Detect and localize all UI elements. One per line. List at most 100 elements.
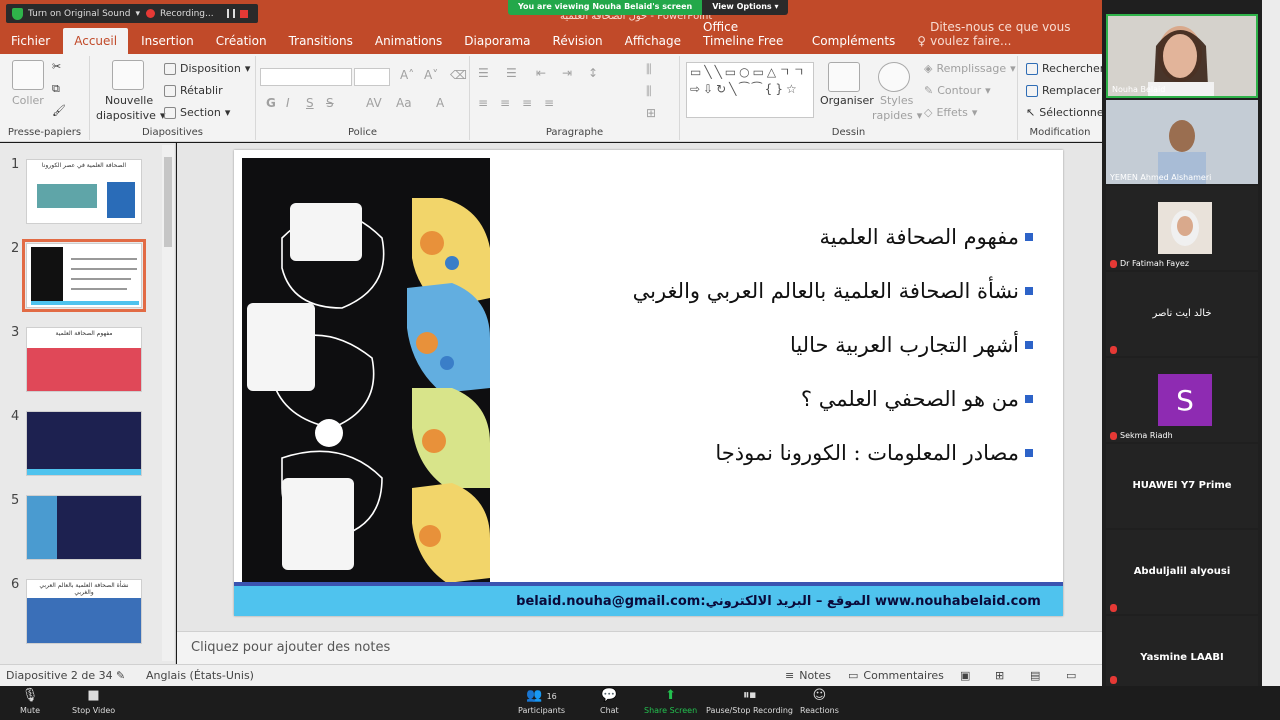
replace-button[interactable]: Remplacer (1026, 84, 1101, 97)
chat-button[interactable]: 💬 Chat (600, 689, 619, 716)
underline-button[interactable]: S (306, 96, 314, 110)
normal-view-icon[interactable]: ▣ (960, 669, 970, 682)
char-spacing-button[interactable]: AV (366, 96, 382, 110)
participant-tile[interactable]: YEMEN Ahmed Alshameri (1106, 100, 1258, 184)
quick-styles-dropdown[interactable]: rapides ▾ (872, 109, 922, 122)
tab-diaporama[interactable]: Diaporama (453, 28, 541, 54)
new-slide-dropdown[interactable]: diapositive ▾ (96, 109, 165, 122)
tab-transitions[interactable]: Transitions (278, 28, 364, 54)
font-name-input[interactable] (260, 68, 352, 86)
increase-indent-icon[interactable]: ⇥ (562, 66, 572, 80)
view-options-button[interactable]: View Options ▾ (702, 0, 789, 15)
tab-animations[interactable]: Animations (364, 28, 453, 54)
clear-format-icon[interactable]: ⌫ (450, 68, 467, 82)
shrink-font-icon[interactable]: A˅ (424, 68, 438, 82)
reset-button[interactable]: Rétablir (164, 84, 223, 97)
bold-button[interactable]: G (266, 96, 276, 110)
reactions-button[interactable]: ☺ Reactions (800, 689, 839, 716)
font-size-input[interactable] (354, 68, 390, 86)
new-slide-icon[interactable] (112, 60, 144, 90)
align-text-icon[interactable]: ⫼ (646, 84, 652, 99)
pause-recording-button[interactable]: ⏸⏹ Pause/Stop Recording (706, 689, 793, 716)
slide-thumbnail-3[interactable]: مفهوم الصحافة العلمية (26, 327, 142, 392)
section-button[interactable]: Section ▾ (164, 106, 230, 119)
shape-outline-button[interactable]: ✎ Contour ▾ (924, 84, 991, 97)
participant-tile[interactable]: Nouha Belaid (1106, 14, 1258, 98)
align-left-icon[interactable]: ≡ (478, 96, 488, 110)
numbering-icon[interactable]: ☰ (506, 66, 517, 80)
decrease-indent-icon[interactable]: ⇤ (536, 66, 546, 80)
find-button[interactable]: Rechercher (1026, 62, 1104, 75)
current-slide[interactable]: مفهوم الصحافة العلمية نشأة الصحافة العلم… (234, 150, 1063, 616)
align-center-icon[interactable]: ≡ (500, 96, 510, 110)
tab-affichage[interactable]: Affichage (614, 28, 692, 54)
stop-video-button[interactable]: ■ Stop Video (72, 689, 115, 716)
participants-button[interactable]: 👥 16 Participants (518, 689, 565, 716)
slideshow-icon[interactable]: ▭ (1066, 669, 1076, 682)
bullets-icon[interactable]: ☰ (478, 66, 489, 80)
slide-sorter-icon[interactable]: ⊞ (995, 669, 1004, 682)
recording-indicator[interactable]: Recording... (140, 4, 258, 23)
paste-icon[interactable] (12, 60, 44, 90)
arrange-icon[interactable] (828, 62, 860, 92)
text-direction-icon[interactable]: ⫼ (646, 62, 652, 77)
participant-tile[interactable]: Yasmine LAABI (1106, 616, 1258, 686)
grow-font-icon[interactable]: A˄ (400, 68, 414, 82)
participant-tile[interactable]: Abduljalil alyousi (1106, 530, 1258, 614)
reading-view-icon[interactable]: ▤ (1030, 669, 1040, 682)
tab-creation[interactable]: Création (205, 28, 278, 54)
share-screen-button[interactable]: ⬆ Share Screen (644, 689, 697, 716)
new-slide-button[interactable]: Nouvelle (105, 94, 153, 107)
stop-icon[interactable] (239, 9, 248, 18)
quick-styles-icon[interactable] (878, 62, 910, 92)
change-case-button[interactable]: Aa (396, 96, 412, 110)
shape-effects-button[interactable]: ◇ Effets ▾ (924, 106, 977, 119)
mute-button[interactable]: 🎙 Mute (20, 689, 40, 716)
language-indicator[interactable]: Anglais (États-Unis) (146, 669, 254, 682)
tab-office-timeline[interactable]: Office Timeline Free (692, 20, 801, 54)
comments-toggle[interactable]: ▭ Commentaires (848, 669, 944, 682)
slide-thumbnail-5[interactable] (26, 495, 142, 560)
tab-fichier[interactable]: Fichier (0, 28, 61, 54)
slide-thumbnail-4[interactable] (26, 411, 142, 476)
format-painter-icon[interactable]: 🖌 (52, 104, 66, 117)
pause-icon[interactable] (226, 9, 235, 18)
strikethrough-button[interactable]: S (326, 96, 334, 110)
copy-icon[interactable]: ⧉ (52, 82, 60, 96)
fill-icon: ◈ (924, 62, 933, 75)
spellcheck-icon[interactable]: ✎ (116, 669, 125, 682)
original-sound-button[interactable]: Turn on Original Sound ▾ (6, 4, 146, 23)
select-button[interactable]: ↖ Sélectionner (1026, 106, 1108, 119)
slide-thumbnail-6[interactable]: نشأة الصحافة العلمية بالعالم العربي والغ… (26, 579, 142, 644)
layout-button[interactable]: Disposition ▾ (164, 62, 250, 75)
scrollbar-thumb[interactable] (164, 157, 172, 247)
slide-thumbnail-1[interactable]: الصحافة العلمية في عصر الكورونا (26, 159, 142, 224)
cut-icon[interactable]: ✂ (52, 60, 61, 73)
participant-tile[interactable]: HUAWEI Y7 Prime (1106, 444, 1258, 528)
tell-me-search[interactable]: ♀ Dites-nous ce que vous voulez faire... (906, 20, 1102, 54)
paste-button[interactable]: Coller (12, 94, 44, 107)
thumbnails-scrollbar[interactable] (162, 145, 174, 661)
tab-accueil[interactable]: Accueil (63, 28, 129, 54)
slide-thumbnail-2[interactable] (22, 239, 146, 312)
font-color-button[interactable]: A (436, 96, 444, 110)
tab-complements[interactable]: Compléments (801, 28, 906, 54)
arrange-button[interactable]: Organiser (820, 94, 874, 107)
participant-tile[interactable]: Dr Fatimah Fayez (1106, 186, 1258, 270)
notes-pane[interactable]: Cliquez pour ajouter des notes (177, 631, 1102, 664)
tab-revision[interactable]: Révision (542, 28, 614, 54)
shapes-gallery[interactable]: ▭╲╲▭○▭△ㄱㄱ⇨⇩↻╲⁀⁀{}☆ (686, 62, 814, 118)
align-right-icon[interactable]: ≡ (522, 96, 532, 110)
quick-styles-label[interactable]: Styles (880, 94, 913, 107)
participants-panel: Nouha Belaid YEMEN Ahmed Alshameri Dr Fa… (1102, 0, 1262, 686)
participant-tile[interactable]: S Sekma Riadh (1106, 358, 1258, 442)
justify-icon[interactable]: ≡ (544, 96, 554, 110)
smartart-icon[interactable]: ⊞ (646, 106, 656, 120)
shape-fill-button[interactable]: ◈ Remplissage ▾ (924, 62, 1016, 75)
line-spacing-icon[interactable]: ↕ (588, 66, 598, 80)
notes-toggle[interactable]: ≡ Notes (785, 669, 831, 682)
slide-bullet-list[interactable]: مفهوم الصحافة العلمية نشأة الصحافة العلم… (513, 210, 1033, 480)
participant-tile[interactable]: خالد ايت ناصر (1106, 272, 1258, 356)
tab-insertion[interactable]: Insertion (130, 28, 205, 54)
italic-button[interactable]: I (286, 96, 290, 110)
